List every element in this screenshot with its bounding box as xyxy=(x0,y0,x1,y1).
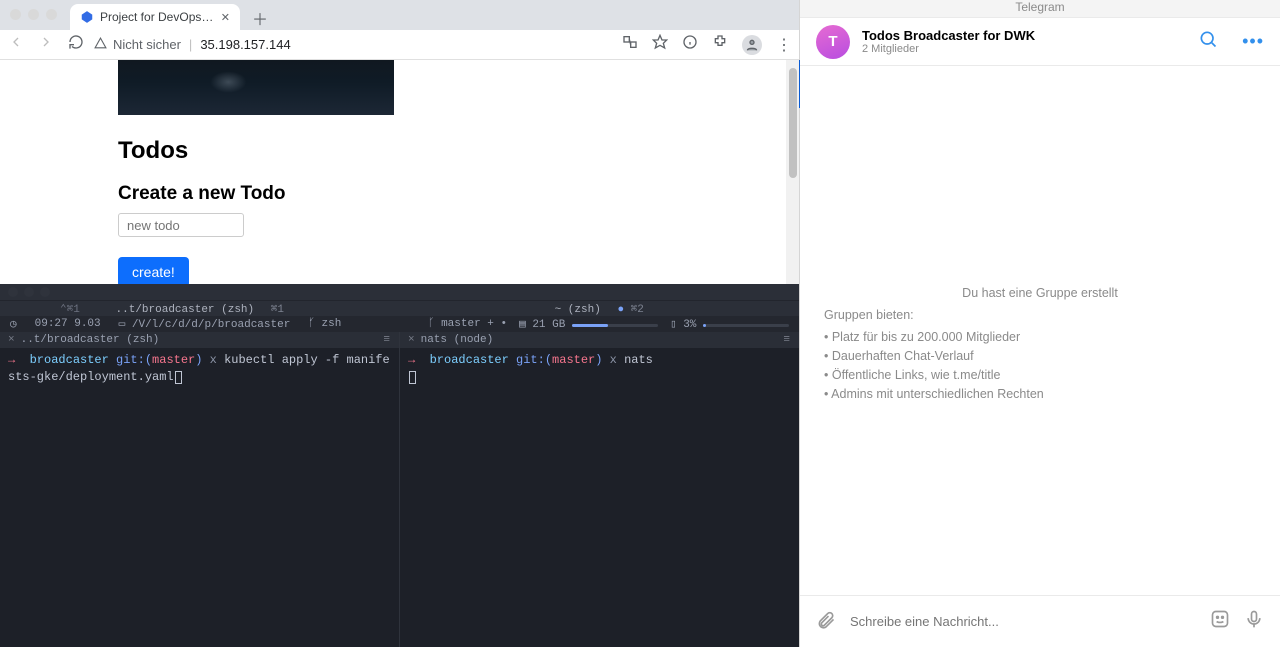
hero-image xyxy=(118,60,394,115)
telegram-compose-bar xyxy=(800,595,1280,647)
status-battery: 3% xyxy=(683,319,696,331)
search-icon[interactable] xyxy=(1198,29,1218,54)
status-shell: zsh xyxy=(322,318,342,330)
reload-button[interactable] xyxy=(68,34,84,55)
tab-close-icon[interactable]: ✕ xyxy=(221,11,230,24)
new-todo-input[interactable] xyxy=(118,213,244,237)
terminal-window: ⌃⌘1 ..t/broadcaster (zsh) ⌘1 ~ (zsh) ● ⌘… xyxy=(0,284,799,647)
telegram-chat-header[interactable]: T Todos Broadcaster for DWK 2 Mitglieder… xyxy=(800,18,1280,66)
pane-close-icon[interactable]: × xyxy=(408,334,415,346)
chat-name: Todos Broadcaster for DWK xyxy=(862,28,1186,43)
cursor-icon xyxy=(409,371,416,384)
extensions-icon[interactable] xyxy=(712,34,728,55)
pane-left-title: ..t/broadcaster (zsh) xyxy=(21,334,160,346)
git-branch-icon: ᚴ xyxy=(428,318,435,330)
forward-button[interactable] xyxy=(38,34,54,55)
terminal-tab-2-label: ~ (zsh) xyxy=(555,304,601,316)
group-info-bullet: • Platz für bis zu 200.000 Mitglieder xyxy=(824,330,1256,344)
battery-icon: ▯ xyxy=(670,319,677,331)
terminal-pane-right[interactable]: × nats (node) ≡ → broadcaster git:(master)… xyxy=(400,332,799,647)
info-icon[interactable] xyxy=(682,34,698,55)
group-created-message: Du hast eine Gruppe erstellt xyxy=(824,286,1256,300)
chat-subtitle: 2 Mitglieder xyxy=(862,43,1186,55)
terminal-tab-1[interactable]: ⌃⌘1 ..t/broadcaster (zsh) ⌘1 xyxy=(0,302,400,316)
pane-menu-icon[interactable]: ≡ xyxy=(383,334,391,346)
more-menu-icon[interactable]: ••• xyxy=(1242,31,1264,52)
scrollbar-thumb[interactable] xyxy=(789,68,797,178)
compose-input[interactable] xyxy=(850,614,1196,629)
group-info-bullet: • Admins mit unterschiedlichen Rechten xyxy=(824,387,1256,401)
group-info-bullet: • Öffentliche Links, wie t.me/title xyxy=(824,368,1256,382)
address-bar[interactable]: Nicht sicher | 35.198.157.144 xyxy=(94,37,612,53)
status-branch: master + • xyxy=(441,318,507,330)
terminal-status-bar: ◷ 09:27 9.03 ▭ /V/l/c/d/d/p/broadcaster … xyxy=(0,316,799,332)
status-disk: 21 GB xyxy=(532,319,565,331)
new-tab-button[interactable]: ＋ xyxy=(248,6,272,30)
page-scrollbar[interactable] xyxy=(786,60,799,284)
bookmark-icon[interactable] xyxy=(652,34,668,55)
pane-right-body[interactable]: → broadcaster git:(master) x nats xyxy=(400,348,799,391)
branch-icon: ᚶ xyxy=(308,318,315,330)
terminal-traffic-lights[interactable] xyxy=(8,287,50,297)
terminal-tab-1-shortcut-left: ⌃⌘1 xyxy=(60,302,80,316)
group-info-bullet: • Dauerhaften Chat-Verlauf xyxy=(824,349,1256,363)
browser-tab-title: Project for DevOps with Kuber xyxy=(100,10,215,24)
terminal-tab-2[interactable]: ~ (zsh) ● ⌘2 xyxy=(400,302,800,316)
terminal-pane-left[interactable]: × ..t/broadcaster (zsh) ≡ → broadcaster gi… xyxy=(0,332,400,647)
translate-icon[interactable] xyxy=(622,34,638,55)
pane-right-title: nats (node) xyxy=(421,334,494,346)
telegram-app-title: Telegram xyxy=(800,0,1280,18)
not-secure-icon xyxy=(94,37,107,53)
folder-icon: ▭ xyxy=(119,319,126,331)
browser-menu-icon[interactable]: ⋮ xyxy=(776,35,791,55)
telegram-window: Telegram T Todos Broadcaster for DWK 2 M… xyxy=(800,0,1280,647)
chat-avatar[interactable]: T xyxy=(816,25,850,59)
create-button[interactable]: create! xyxy=(118,257,189,284)
clock-icon: ◷ xyxy=(10,317,17,331)
sticker-icon[interactable] xyxy=(1210,609,1230,634)
group-info-lead: Gruppen bieten: xyxy=(824,308,1256,322)
terminal-tab-2-shortcut: ⌘2 xyxy=(631,304,644,316)
section-title: Create a new Todo xyxy=(118,183,779,205)
terminal-tab-1-shortcut: ⌘1 xyxy=(271,304,284,316)
status-time: 09:27 9.03 xyxy=(35,318,101,330)
telegram-chat-body: Du hast eine Gruppe erstellt Gruppen bie… xyxy=(800,66,1280,595)
disk-icon: ▤ xyxy=(519,319,526,331)
status-path: /V/l/c/d/d/p/broadcaster xyxy=(132,319,290,331)
window-traffic-lights[interactable] xyxy=(10,9,57,20)
browser-tab[interactable]: Project for DevOps with Kuber ✕ xyxy=(70,4,240,30)
browser-window: Project for DevOps with Kuber ✕ ＋ Nicht … xyxy=(0,0,799,284)
page-viewport: Todos Create a new Todo create! xyxy=(0,60,799,284)
pane-close-icon[interactable]: × xyxy=(8,334,15,346)
url-text: 35.198.157.144 xyxy=(200,37,290,52)
page-title: Todos xyxy=(118,137,779,165)
attach-icon[interactable] xyxy=(816,609,836,634)
browser-tab-bar: Project for DevOps with Kuber ✕ ＋ xyxy=(0,0,799,30)
terminal-tabs: ⌃⌘1 ..t/broadcaster (zsh) ⌘1 ~ (zsh) ● ⌘… xyxy=(0,300,799,316)
pane-left-body[interactable]: → broadcaster git:(master) x kubectl app… xyxy=(0,348,399,391)
browser-toolbar: Nicht sicher | 35.198.157.144 ⋮ xyxy=(0,30,799,60)
terminal-tab-1-label: ..t/broadcaster (zsh) xyxy=(116,304,255,316)
microphone-icon[interactable] xyxy=(1244,609,1264,634)
cursor-icon xyxy=(175,371,182,384)
kubernetes-favicon-icon xyxy=(80,10,94,24)
security-label: Nicht sicher xyxy=(113,37,181,52)
back-button[interactable] xyxy=(8,34,24,55)
profile-avatar-icon[interactable] xyxy=(742,35,762,55)
pane-menu-icon[interactable]: ≡ xyxy=(783,334,791,346)
